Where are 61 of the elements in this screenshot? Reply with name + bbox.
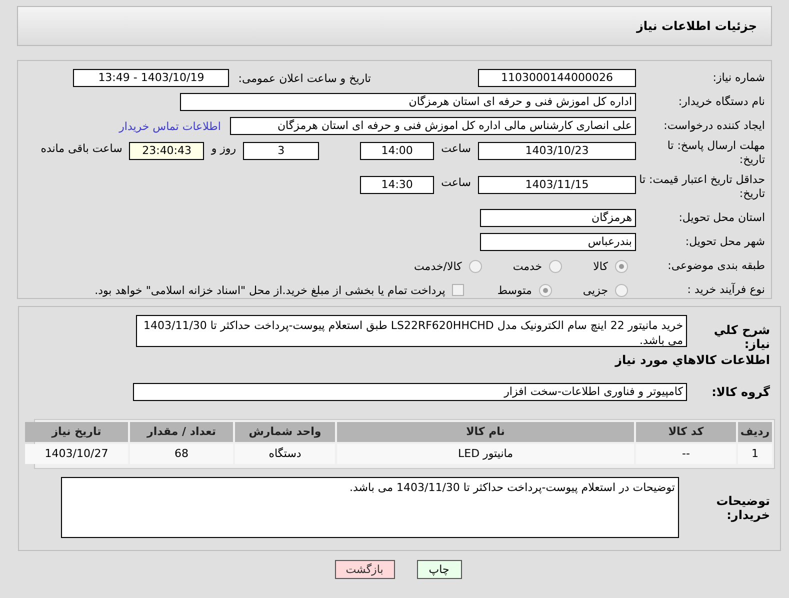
input-field[interactable]: 1103000144000026	[478, 69, 636, 87]
days-field[interactable]: 3	[243, 142, 320, 160]
action-button[interactable]: بازگشت	[334, 560, 394, 579]
input-field[interactable]: بندرعباس	[480, 233, 636, 251]
field-label: مهلت ارسال پاسخ: تا تاریخ:	[666, 139, 765, 167]
field-label: گروه کالا:	[710, 385, 771, 399]
field-label: روز و	[210, 142, 238, 155]
table-cell: دستگاه	[235, 444, 335, 464]
countdown-field: 23:40:43	[129, 142, 204, 160]
description-textarea[interactable]: خرید مانیتور 22 اینچ سام الکترونیک مدل LS22RF620HHCHD طبق استعلام پیوست-پرداخت حداکثر تا 1403/11/30 می باشد.	[136, 315, 687, 347]
input-field[interactable]: اداره کل اموزش فنی و حرفه ای استان هرمزگان	[180, 93, 636, 111]
column-header: ردیف	[738, 422, 772, 442]
date-field[interactable]: 1403/11/15	[478, 176, 636, 194]
input-field[interactable]: 1403/10/19 - 13:49	[73, 69, 230, 87]
radio-button[interactable]	[538, 284, 552, 296]
field-label: حداقل تاریخ اعتبار قیمت: تا تاریخ:	[639, 173, 765, 201]
time-field[interactable]: 14:30	[360, 176, 434, 194]
field-label: شهر محل تحویل:	[684, 235, 765, 249]
checkbox[interactable]	[452, 284, 464, 296]
field-label: شماره نیاز:	[712, 71, 765, 85]
radio-button[interactable]	[615, 260, 628, 272]
field-label: توضیحات خریدار:	[715, 494, 771, 522]
field-label: شرح کلي نیاز:	[712, 323, 771, 351]
field-label: طبقه بندی موضوعی:	[666, 259, 765, 273]
table-cell: مانیتور LED	[337, 444, 634, 464]
input-field[interactable]: کامپیوتر و فناوری اطلاعات-سخت افزار	[133, 383, 687, 401]
time-field[interactable]: 14:00	[360, 142, 434, 160]
column-header: تعداد / مقدار	[130, 422, 233, 442]
radio-button[interactable]	[615, 284, 628, 296]
field-label: ساعت	[440, 142, 472, 155]
radio-label: جزیی	[582, 284, 608, 296]
action-button[interactable]: چاپ	[416, 560, 462, 579]
field-label: تاریخ و ساعت اعلان عمومی:	[238, 72, 371, 84]
checkbox-label: پرداخت تمام یا بخشی از مبلغ خرید.از محل "اسناد خزانه اسلامی" خواهد بود.	[94, 284, 446, 296]
field-label: ایجاد کننده درخواست:	[662, 119, 765, 133]
date-field[interactable]: 1403/10/23	[478, 142, 636, 160]
column-header: تاریخ نیاز	[25, 422, 128, 442]
section-heading: اطلاعات کالاهاي مورد نیاز	[614, 353, 771, 367]
radio-label: متوسط	[497, 284, 532, 296]
table-cell: 68	[130, 444, 233, 464]
field-label: استان محل تحویل:	[678, 211, 765, 225]
input-field[interactable]: علی انصاری کارشناس مالی اداره کل اموزش فنی و حرفه ای استان هرمزگان	[230, 117, 636, 135]
radio-label: کالا	[593, 260, 608, 272]
field-label: نوع فرآیند خرید :	[686, 283, 765, 297]
radio-label: کالا/خدمت	[414, 260, 462, 272]
column-header: کد کالا	[636, 422, 736, 442]
input-field[interactable]: هرمزگان	[480, 209, 636, 227]
field-label: ساعت باقی مانده	[40, 142, 124, 155]
notes-textarea[interactable]: توضیحات در استعلام پیوست-پرداخت حداکثر تا 1403/11/30 می باشد.	[61, 477, 679, 538]
page-title: جزئیات اطلاعات نیاز	[636, 19, 757, 33]
column-header: نام کالا	[337, 422, 634, 442]
table-cell: 1	[738, 444, 772, 464]
radio-button[interactable]	[468, 260, 482, 272]
column-header: واحد شمارش	[235, 422, 335, 442]
contact-link[interactable]: اطلاعات تماس خریدار	[119, 120, 221, 132]
field-label: نام دستگاه خریدار:	[677, 95, 765, 109]
field-label: ساعت	[440, 176, 472, 189]
radio-button[interactable]	[549, 260, 562, 272]
table-cell: 1403/10/27	[25, 444, 128, 464]
radio-label: خدمت	[512, 260, 542, 272]
table-cell: --	[636, 444, 736, 464]
